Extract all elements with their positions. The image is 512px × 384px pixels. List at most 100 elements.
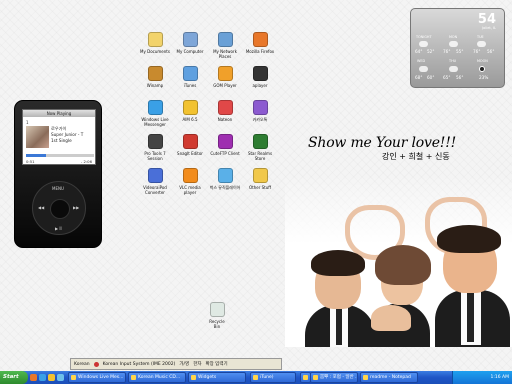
recycle-bin-icon xyxy=(209,302,225,317)
rain-icon xyxy=(419,66,428,72)
desktop-icon[interactable]: My Computer xyxy=(173,32,207,54)
desktop-icon-label: Mozilla Firefox xyxy=(245,49,275,54)
han-toggle[interactable]: 가/영 xyxy=(179,361,189,367)
desktop-icon-label: VLC media player xyxy=(179,185,201,195)
taskbar-button[interactable]: Windows Live Mes... xyxy=(68,372,126,383)
previous-icon[interactable]: ◀◀ xyxy=(38,205,44,210)
recycle-bin[interactable]: Recycle Bin xyxy=(207,302,227,329)
hand-heart xyxy=(371,305,411,331)
moon-percent: 23% xyxy=(479,75,489,80)
cloud-icon xyxy=(449,41,458,47)
moon-icon xyxy=(479,66,485,72)
taskbar-button[interactable]: Korean Music CD... xyxy=(128,372,186,383)
task-icon xyxy=(313,375,318,380)
app-icon xyxy=(182,168,198,183)
desktop-icon[interactable]: 벅스 뮤직플레이어 xyxy=(208,168,242,190)
cloud-icon xyxy=(419,41,428,47)
task-icon xyxy=(71,375,76,380)
album-art xyxy=(26,126,49,148)
menu-button[interactable]: MENU xyxy=(52,186,64,191)
elapsed-time: 0:51 xyxy=(26,159,35,164)
track-counter: 1 xyxy=(26,120,29,125)
day-label: THU xyxy=(449,59,457,63)
desktop-icon[interactable]: VideoraiPod Converter xyxy=(138,168,172,195)
select-button[interactable] xyxy=(50,199,70,219)
desktop-icon-label: Star Realms Store xyxy=(247,151,273,161)
taskbar-button[interactable]: Widgets xyxy=(188,372,246,383)
now-playing-header: Now Playing xyxy=(23,110,95,117)
hanja-button[interactable]: 한자 xyxy=(193,361,201,367)
app-icon xyxy=(217,32,233,47)
taskbar-button-label: Widgets xyxy=(198,375,217,380)
desktop-icon-label: Windows Live Messenger xyxy=(141,117,169,127)
desktop-icon[interactable]: AIM 6.5 xyxy=(173,100,207,122)
album-name: 1st Single xyxy=(51,138,72,143)
desktop-icon[interactable]: iTunes xyxy=(173,66,207,88)
desktop-icon-label: 벅스 뮤직플레이어 xyxy=(209,185,241,190)
app-icon xyxy=(147,32,163,47)
desktop-icon[interactable]: Other Stuff xyxy=(243,168,277,190)
cloud-icon xyxy=(449,66,458,72)
taskbar-button[interactable]: iTune) xyxy=(250,372,296,383)
track-meta: 로우가이 Super Junior - T 1st Single xyxy=(51,126,83,144)
temp-value: 52° xyxy=(427,49,435,54)
desktop-icon-label: aplayer xyxy=(252,83,268,88)
app-icon xyxy=(252,66,268,81)
day-label: MON xyxy=(449,35,458,39)
desktop-icon[interactable]: My Network Places xyxy=(208,32,242,59)
language-bar[interactable]: Korean Korean Input System (IME 2002) 가/… xyxy=(70,358,282,370)
desktop-icon[interactable]: Star Realms Store xyxy=(243,134,277,161)
remaining-time: - 2:06 xyxy=(80,159,92,164)
recycle-bin-label: Recycle Bin xyxy=(209,319,225,329)
messenger-quicklaunch-icon[interactable] xyxy=(39,374,46,381)
day-label: TUE xyxy=(477,35,484,39)
day-label: WED xyxy=(417,59,426,63)
desktop-icon[interactable]: aplayer xyxy=(243,66,277,88)
day-label: MOON xyxy=(477,59,488,63)
taskbar-button[interactable]: 뽐뿌 : 포럼 - 일반 ... xyxy=(310,372,358,383)
desktop-icon[interactable]: Pro Tools 7 Session xyxy=(138,134,172,161)
task-icon xyxy=(363,375,368,380)
play-pause-button[interactable]: ▶ II xyxy=(55,226,62,231)
ipod-widget: Now Playing 1 로우가이 Super Junior - T 1st … xyxy=(14,100,102,248)
app-icon xyxy=(217,100,233,115)
temp-value: 64° xyxy=(415,49,423,54)
input-mode-button[interactable]: 확장 입력기 xyxy=(205,361,227,367)
taskbar-button[interactable]: readme - Notepad xyxy=(360,372,418,383)
desktop-icon[interactable]: Nateon xyxy=(208,100,242,122)
weather-gadget[interactable]: 54 Joliet, IL TONIGHT MON TUE 64° 52° 76… xyxy=(410,8,505,88)
desktop-icon[interactable]: Winamp xyxy=(138,66,172,88)
click-wheel[interactable]: MENU ◀◀ ▶▶ ▶ II xyxy=(32,181,86,235)
desktop-icon[interactable]: My Documents xyxy=(138,32,172,54)
desktop-icon-label: My Network Places xyxy=(213,49,237,59)
temp-value: 55° xyxy=(456,49,464,54)
desktop-icon[interactable]: VLC media player xyxy=(173,168,207,195)
folder-quicklaunch-icon[interactable] xyxy=(48,374,55,381)
person-left-hair xyxy=(311,250,365,276)
ie-quicklaunch-icon[interactable] xyxy=(57,374,64,381)
task-icon xyxy=(131,375,136,380)
desktop-icon-label: CuteFTP Client xyxy=(210,151,240,156)
desktop-icon[interactable]: SnagIt Editor xyxy=(173,134,207,156)
taskbar-button-label: readme - Notepad xyxy=(370,375,411,380)
desktop-icon[interactable]: Windows Live Messenger xyxy=(138,100,172,127)
desktop-icon[interactable]: Mozilla Firefox xyxy=(243,32,277,54)
temp-value: 56° xyxy=(487,49,495,54)
lang-label[interactable]: Korean xyxy=(74,362,90,367)
ime-label[interactable]: Korean Input System (IME 2002) xyxy=(103,362,176,367)
desktop-icon-label: Nateon xyxy=(217,117,233,122)
desktop-icon-label: Pro Tools 7 Session xyxy=(144,151,166,161)
app-icon xyxy=(217,134,233,149)
next-icon[interactable]: ▶▶ xyxy=(73,205,79,210)
start-button[interactable]: Start xyxy=(0,371,28,384)
clock[interactable]: 1:16 AM xyxy=(491,375,510,380)
task-icon xyxy=(253,375,258,380)
app-icon xyxy=(182,134,198,149)
desktop-icon[interactable]: GOM Player xyxy=(208,66,242,88)
progress-fill xyxy=(26,154,46,157)
person-right-tie xyxy=(467,287,474,342)
firefox-quicklaunch-icon[interactable] xyxy=(30,374,37,381)
wallpaper-slogan: Show me Your love!!! xyxy=(308,135,457,151)
desktop-icon[interactable]: 카카오톡 xyxy=(243,100,277,122)
desktop-icon[interactable]: CuteFTP Client xyxy=(208,134,242,156)
